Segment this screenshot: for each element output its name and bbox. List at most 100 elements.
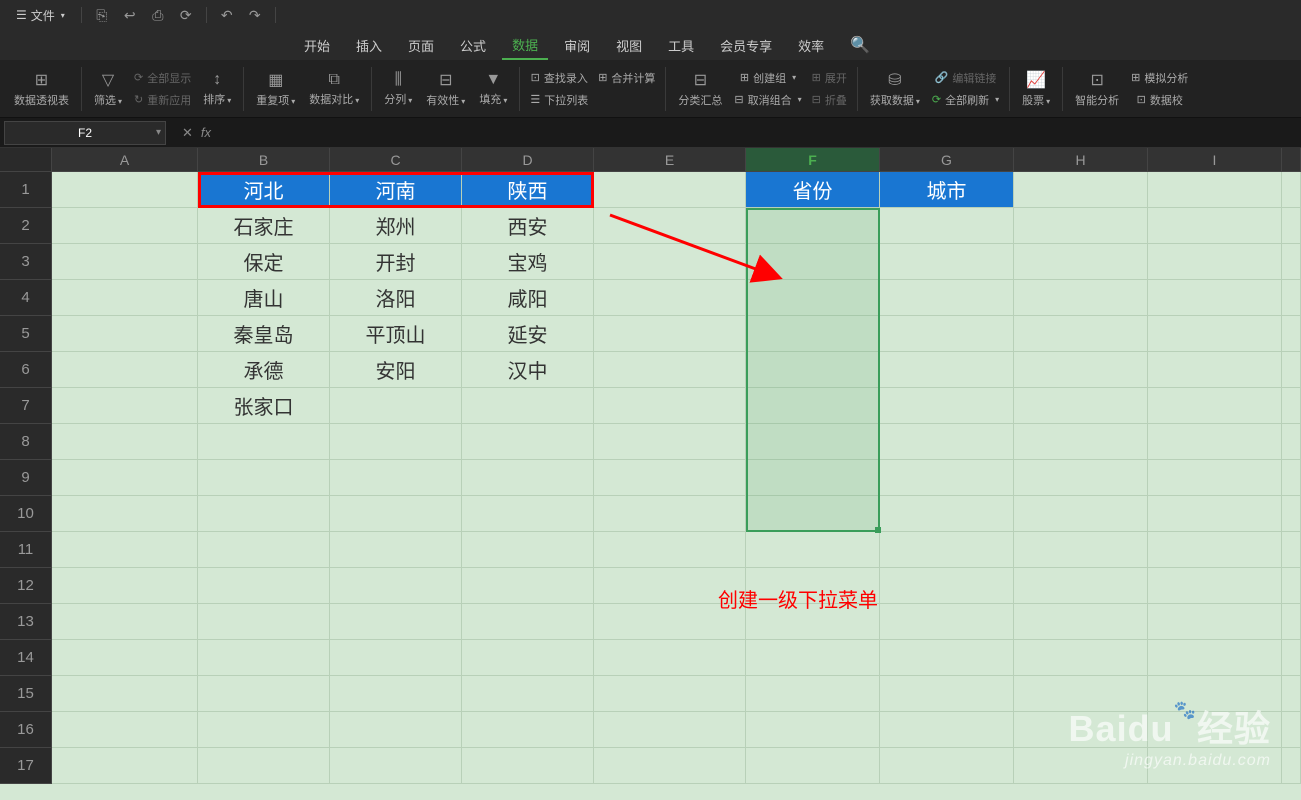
cell-G1[interactable]: 城市 xyxy=(880,172,1014,208)
cell-C6[interactable]: 安阳 xyxy=(330,352,462,388)
cell-J5[interactable] xyxy=(1282,316,1301,352)
cell-A13[interactable] xyxy=(52,604,198,640)
cell-B1[interactable]: 河北 xyxy=(198,172,330,208)
menu-start[interactable]: 开始 xyxy=(294,32,340,59)
row-header-10[interactable]: 10 xyxy=(0,496,52,532)
cell-E4[interactable] xyxy=(594,280,746,316)
cell-I7[interactable] xyxy=(1148,388,1282,424)
cell-I17[interactable] xyxy=(1148,748,1282,784)
cell-G2[interactable] xyxy=(880,208,1014,244)
cell-H13[interactable] xyxy=(1014,604,1148,640)
cell-F11[interactable] xyxy=(746,532,880,568)
qat-print-icon[interactable]: ⎙ xyxy=(146,3,170,27)
cell-B13[interactable] xyxy=(198,604,330,640)
cell-D10[interactable] xyxy=(462,496,594,532)
row-header-15[interactable]: 15 xyxy=(0,676,52,712)
cell-B12[interactable] xyxy=(198,568,330,604)
cell-D8[interactable] xyxy=(462,424,594,460)
cell-A16[interactable] xyxy=(52,712,198,748)
cell-E6[interactable] xyxy=(594,352,746,388)
cell-B6[interactable]: 承德 xyxy=(198,352,330,388)
cell-H12[interactable] xyxy=(1014,568,1148,604)
row-header-4[interactable]: 4 xyxy=(0,280,52,316)
cell-E2[interactable] xyxy=(594,208,746,244)
cell-I1[interactable] xyxy=(1148,172,1282,208)
cell-F3[interactable] xyxy=(746,244,880,280)
cell-J13[interactable] xyxy=(1282,604,1301,640)
cell-J8[interactable] xyxy=(1282,424,1301,460)
cell-F5[interactable] xyxy=(746,316,880,352)
cell-A17[interactable] xyxy=(52,748,198,784)
menu-data[interactable]: 数据 xyxy=(502,31,548,60)
cell-C3[interactable]: 开封 xyxy=(330,244,462,280)
file-menu[interactable]: ☰ 文件 ▾ xyxy=(8,5,73,26)
cell-C2[interactable]: 郑州 xyxy=(330,208,462,244)
cell-I4[interactable] xyxy=(1148,280,1282,316)
cell-B16[interactable] xyxy=(198,712,330,748)
cell-C16[interactable] xyxy=(330,712,462,748)
row-header-8[interactable]: 8 xyxy=(0,424,52,460)
cell-E16[interactable] xyxy=(594,712,746,748)
cell-D1[interactable]: 陕西 xyxy=(462,172,594,208)
qat-save-icon[interactable]: ⎘ xyxy=(90,3,114,27)
cell-D2[interactable]: 西安 xyxy=(462,208,594,244)
cell-H4[interactable] xyxy=(1014,280,1148,316)
ribbon-split-button[interactable]: ⫼分列▾ xyxy=(378,65,418,113)
cell-J4[interactable] xyxy=(1282,280,1301,316)
cell-B15[interactable] xyxy=(198,676,330,712)
cell-C5[interactable]: 平顶山 xyxy=(330,316,462,352)
cell-I13[interactable] xyxy=(1148,604,1282,640)
cell-I9[interactable] xyxy=(1148,460,1282,496)
ribbon-compare-button[interactable]: ⧉数据对比▾ xyxy=(303,65,365,113)
cell-F6[interactable] xyxy=(746,352,880,388)
cell-A11[interactable] xyxy=(52,532,198,568)
name-box[interactable]: F2 ▾ xyxy=(4,121,166,145)
ribbon-refresh-button[interactable]: ⟳全部刷新▾ xyxy=(928,89,1003,111)
cell-G14[interactable] xyxy=(880,640,1014,676)
cell-C12[interactable] xyxy=(330,568,462,604)
cell-J3[interactable] xyxy=(1282,244,1301,280)
cell-J6[interactable] xyxy=(1282,352,1301,388)
cell-G3[interactable] xyxy=(880,244,1014,280)
col-header-G[interactable]: G xyxy=(880,148,1014,172)
cell-A1[interactable] xyxy=(52,172,198,208)
cell-A12[interactable] xyxy=(52,568,198,604)
cell-D12[interactable] xyxy=(462,568,594,604)
cell-A3[interactable] xyxy=(52,244,198,280)
cell-F7[interactable] xyxy=(746,388,880,424)
cell-J17[interactable] xyxy=(1282,748,1301,784)
cell-E17[interactable] xyxy=(594,748,746,784)
cell-C15[interactable] xyxy=(330,676,462,712)
cell-F15[interactable] xyxy=(746,676,880,712)
cell-I14[interactable] xyxy=(1148,640,1282,676)
cell-B8[interactable] xyxy=(198,424,330,460)
menu-page[interactable]: 页面 xyxy=(398,32,444,59)
cell-H3[interactable] xyxy=(1014,244,1148,280)
menu-insert[interactable]: 插入 xyxy=(346,32,392,59)
cell-A6[interactable] xyxy=(52,352,198,388)
cell-C17[interactable] xyxy=(330,748,462,784)
cell-F9[interactable] xyxy=(746,460,880,496)
cell-F4[interactable] xyxy=(746,280,880,316)
cell-H17[interactable] xyxy=(1014,748,1148,784)
cell-G12[interactable] xyxy=(880,568,1014,604)
cell-E15[interactable] xyxy=(594,676,746,712)
cell-J14[interactable] xyxy=(1282,640,1301,676)
cell-I11[interactable] xyxy=(1148,532,1282,568)
cell-D5[interactable]: 延安 xyxy=(462,316,594,352)
ribbon-consol-button[interactable]: ⊞合并计算 xyxy=(594,67,659,89)
ribbon-group-button[interactable]: ⊞创建组▾ xyxy=(730,67,805,89)
cell-B17[interactable] xyxy=(198,748,330,784)
ribbon-sort-button[interactable]: ↕排序▾ xyxy=(197,65,237,113)
cell-H1[interactable] xyxy=(1014,172,1148,208)
cell-C4[interactable]: 洛阳 xyxy=(330,280,462,316)
cell-J16[interactable] xyxy=(1282,712,1301,748)
cell-A14[interactable] xyxy=(52,640,198,676)
cell-C10[interactable] xyxy=(330,496,462,532)
cell-D4[interactable]: 咸阳 xyxy=(462,280,594,316)
cell-C9[interactable] xyxy=(330,460,462,496)
ribbon-stocks-button[interactable]: 📈股票▾ xyxy=(1016,65,1056,113)
ribbon-ungroup-button[interactable]: ⊟取消组合▾ xyxy=(730,89,805,111)
cell-H14[interactable] xyxy=(1014,640,1148,676)
cell-F10[interactable] xyxy=(746,496,880,532)
